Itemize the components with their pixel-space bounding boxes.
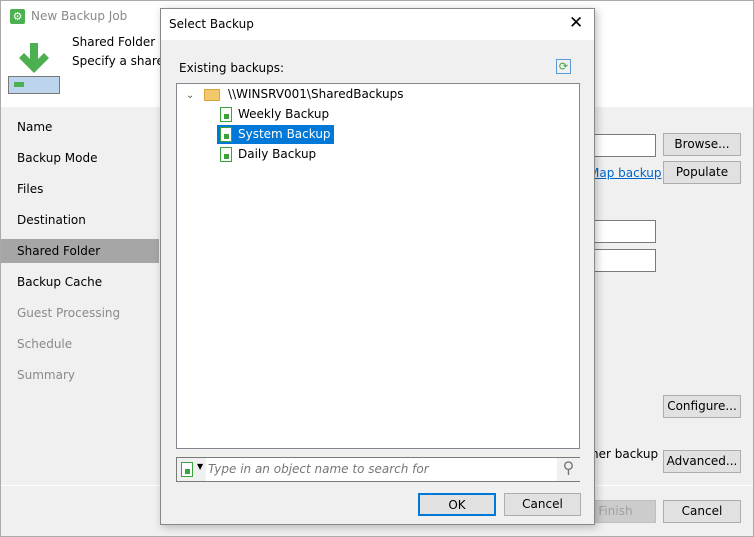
search-input[interactable]: Type in an object name to search for (208, 462, 429, 476)
nav-item-backup-cache[interactable]: Backup Cache (1, 270, 159, 294)
ok-button[interactable]: OK (418, 493, 496, 516)
header-title: Shared Folder (72, 35, 156, 49)
backup-icon (181, 462, 193, 477)
window-title: New Backup Job (31, 9, 128, 23)
nav-item-files[interactable]: Files (1, 177, 159, 201)
existing-backups-label: Existing backups: (179, 61, 285, 75)
populate-button[interactable]: Populate (663, 161, 741, 184)
select-backup-dialog: Select Backup ✕ Existing backups: ⟳ ⌄ \\… (160, 8, 595, 525)
gear-icon: ⚙ (10, 9, 25, 24)
backup-icon (220, 127, 232, 142)
backup-icon (220, 107, 232, 122)
nav-item-schedule: Schedule (17, 337, 73, 351)
tree-item-label: Daily Backup (238, 147, 317, 161)
folder-icon (204, 88, 221, 101)
tree-item-daily-backup[interactable]: Daily Backup (217, 145, 319, 164)
nav-item-destination[interactable]: Destination (1, 208, 159, 232)
tree-item-label: System Backup (238, 127, 331, 141)
tree-root-label: \\WINSRV001\SharedBackups (228, 87, 404, 101)
cancel-button[interactable]: Cancel (663, 500, 741, 523)
browse-button[interactable]: Browse... (663, 133, 741, 156)
nav-item-backup-mode[interactable]: Backup Mode (1, 146, 159, 170)
nav-item-name[interactable]: Name (1, 115, 159, 139)
download-arrow-icon (19, 43, 49, 73)
storage-icon (8, 76, 60, 94)
backup-icon (220, 147, 232, 162)
tree-item-system-backup[interactable]: System Backup (217, 125, 334, 144)
search-box[interactable]: ▼ Type in an object name to search for ⚲ (176, 457, 580, 482)
nav-item-shared-folder[interactable]: Shared Folder (1, 239, 159, 263)
tree-root[interactable]: ⌄ \\WINSRV001\SharedBackups (183, 85, 406, 104)
backup-tree[interactable]: ⌄ \\WINSRV001\SharedBackups Weekly Backu… (176, 83, 580, 449)
refresh-icon[interactable]: ⟳ (556, 59, 571, 74)
nav-item-summary: Summary (17, 368, 75, 382)
object-type-dropdown[interactable]: ▼ (177, 458, 206, 481)
configure-button[interactable]: Configure... (663, 395, 741, 418)
advanced-button[interactable]: Advanced... (663, 450, 741, 473)
dialog-title-bar: Select Backup ✕ (161, 9, 594, 40)
dialog-cancel-button[interactable]: Cancel (504, 493, 581, 516)
tree-item-weekly-backup[interactable]: Weekly Backup (217, 105, 332, 124)
nav-item-guest-processing: Guest Processing (17, 306, 121, 320)
dropdown-arrow-icon: ▼ (197, 462, 204, 471)
dialog-title: Select Backup (169, 17, 254, 31)
wizard-nav: Name Backup Mode Files Destination Share… (1, 107, 159, 487)
map-backup-link[interactable]: Map backup (589, 166, 662, 180)
close-icon[interactable]: ✕ (569, 13, 583, 33)
tree-item-label: Weekly Backup (238, 107, 330, 121)
other-backup-text: her backup (591, 447, 659, 461)
search-icon[interactable]: ⚲ (557, 458, 580, 481)
chevron-down-icon[interactable]: ⌄ (186, 90, 194, 101)
